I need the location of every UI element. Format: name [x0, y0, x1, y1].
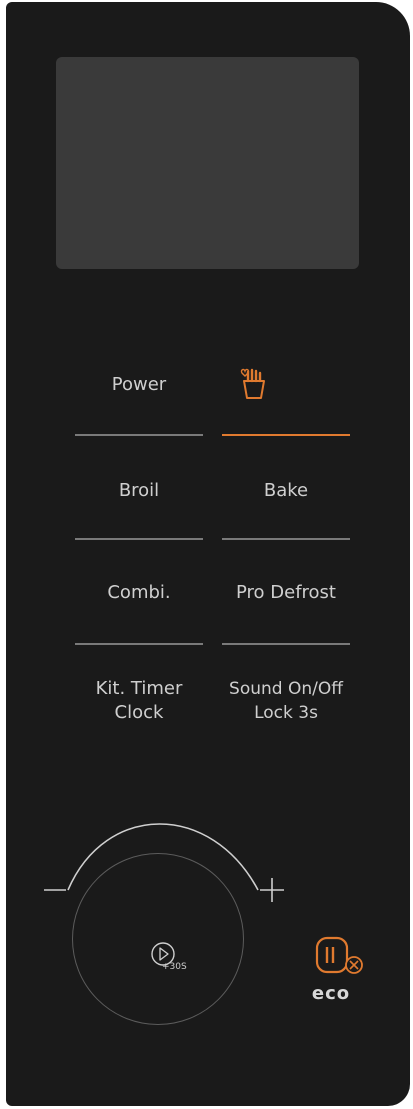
bake-button[interactable]: Bake — [222, 479, 350, 503]
eco-label: eco — [311, 983, 351, 1004]
sound-label: Sound On/Off — [229, 679, 343, 699]
kit-timer-clock-button[interactable]: Kit. Timer Clock — [75, 677, 203, 725]
separator-combi — [75, 643, 203, 645]
broil-button[interactable]: Broil — [75, 479, 203, 503]
combi-label: Combi. — [107, 582, 171, 603]
pro-defrost-button[interactable]: Pro Defrost — [222, 581, 350, 605]
combi-button[interactable]: Combi. — [75, 581, 203, 605]
sound-lock-button[interactable]: Sound On/Off Lock 3s — [222, 677, 350, 725]
separator-power — [75, 434, 203, 436]
pro-defrost-label: Pro Defrost — [235, 582, 336, 603]
separator-fries — [222, 434, 350, 436]
display-screen — [56, 57, 359, 269]
fries-icon — [240, 368, 265, 399]
separator-bake — [222, 538, 350, 540]
start-plus30-label: +30S — [162, 962, 187, 972]
fries-button[interactable] — [222, 355, 350, 415]
separator-broil — [75, 538, 203, 540]
kit-timer-label: Kit. Timer — [95, 678, 183, 699]
separator-pro-defrost — [222, 643, 350, 645]
clock-label: Clock — [114, 702, 164, 723]
lock-label: Lock 3s — [254, 703, 318, 723]
power-button[interactable]: Power — [75, 373, 203, 397]
broil-label: Broil — [118, 480, 160, 501]
bake-label: Bake — [263, 480, 309, 501]
power-label: Power — [111, 374, 167, 395]
